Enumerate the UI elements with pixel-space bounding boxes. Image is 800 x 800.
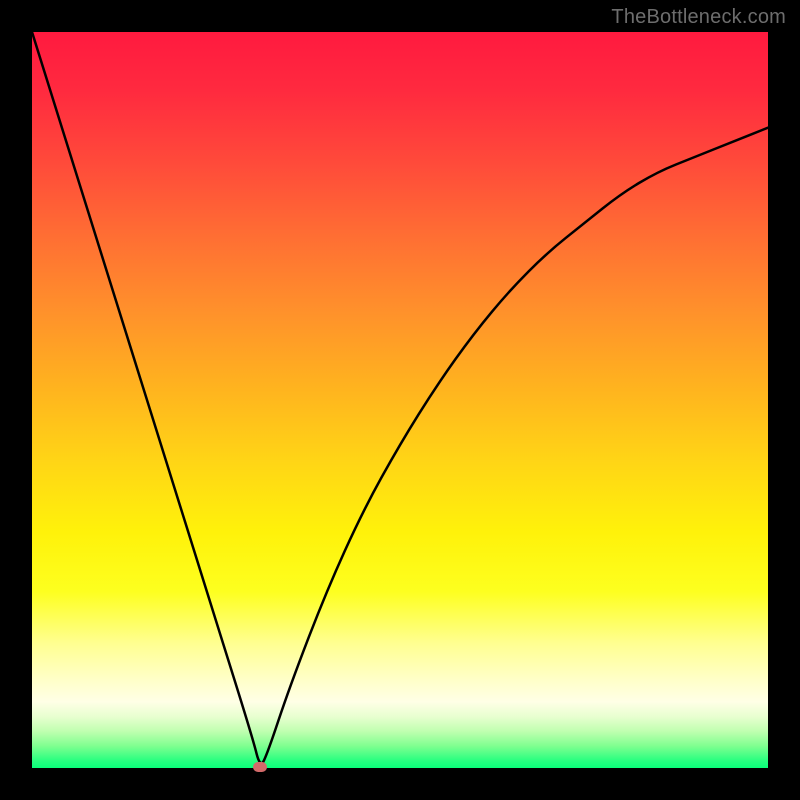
chart-frame: TheBottleneck.com — [0, 0, 800, 800]
optimal-point-marker — [253, 762, 267, 772]
bottleneck-curve — [32, 32, 768, 768]
watermark-text: TheBottleneck.com — [611, 6, 786, 29]
plot-area — [32, 32, 768, 768]
